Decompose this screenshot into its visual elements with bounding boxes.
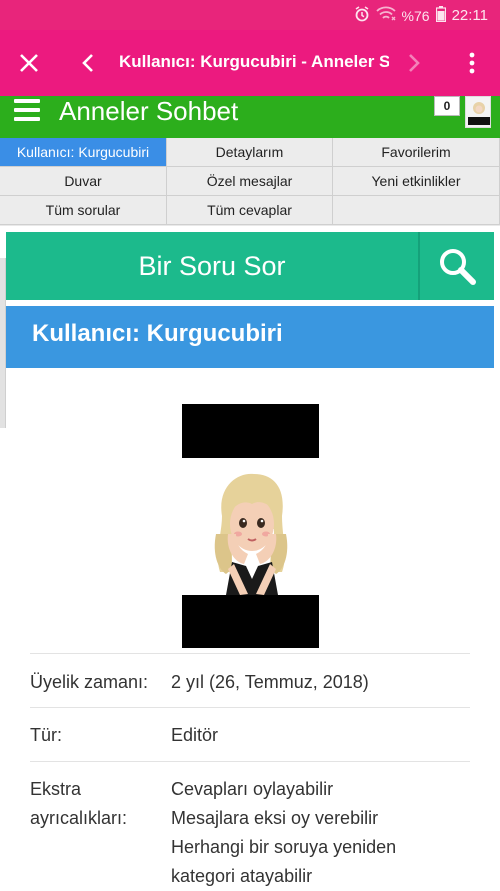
notification-badge[interactable]: 0 <box>434 96 460 116</box>
user-banner: Kullanıcı: Kurgucubiri <box>6 306 494 368</box>
browser-toolbar: Kullanıcı: Kurgucubiri - Anneler S... <box>0 30 500 96</box>
forward-arrow-icon[interactable] <box>404 50 424 76</box>
tab-details[interactable]: Detaylarım <box>167 138 333 167</box>
status-time: 22:11 <box>451 7 488 24</box>
tab-all-answers[interactable]: Tüm cevaplar <box>167 196 333 225</box>
extra-value-4: kategori atayabilir <box>171 866 313 886</box>
tab-wall[interactable]: Duvar <box>0 167 167 196</box>
extra-label-line2: ayrıcalıkları: <box>30 808 128 828</box>
search-icon <box>440 249 476 285</box>
extra-label-line1: Ekstra <box>30 779 82 799</box>
user-nav-menu: Kullanıcı: Kurgucubiri Detaylarım Favori… <box>0 138 500 226</box>
back-arrow-icon[interactable] <box>78 50 98 76</box>
membership-value: 2 yıl (26, Temmuz, 2018) <box>171 672 369 692</box>
status-bar: %76 22:11 <box>0 0 500 30</box>
hamburger-icon[interactable] <box>14 99 40 123</box>
info-row-extra: Ekstra ayrıcalıkları: Cevapları oylayabi… <box>30 761 470 888</box>
extra-value-3: Herhangi bir soruya yeniden <box>171 837 397 857</box>
tab-favorites[interactable]: Favorilerim <box>333 138 500 167</box>
ask-question-button[interactable]: Bir Soru Sor <box>6 232 418 300</box>
nav-empty-cell <box>333 196 500 225</box>
site-title[interactable]: Anneler Sohbet <box>59 96 238 127</box>
page-title: Kullanıcı: Kurgucubiri - Anneler S... <box>119 52 389 71</box>
battery-icon <box>435 6 446 25</box>
alarm-icon <box>354 6 370 25</box>
tab-all-questions[interactable]: Tüm sorular <box>0 196 167 225</box>
extra-value-1: Cevapları oylayabilir <box>171 779 334 799</box>
avatar[interactable] <box>465 96 491 128</box>
tab-user[interactable]: Kullanıcı: Kurgucubiri <box>0 138 167 167</box>
profile-picture <box>182 404 319 648</box>
type-label: Tür: <box>30 725 63 745</box>
more-vert-icon[interactable] <box>462 50 482 76</box>
info-row-membership: Üyelik zamanı: 2 yıl (26, Temmuz, 2018) <box>30 653 470 707</box>
tab-private-messages[interactable]: Özel mesajlar <box>167 167 333 196</box>
close-icon[interactable] <box>16 50 42 76</box>
wifi-icon <box>375 6 396 25</box>
site-header: Anneler Sohbet 0 <box>0 96 500 138</box>
user-heading: Kullanıcı: Kurgucubiri <box>32 320 283 347</box>
extra-value-2: Mesajlara eksi oy verebilir <box>171 808 379 828</box>
ask-question-bar: Bir Soru Sor <box>6 232 494 300</box>
redaction-bar-bottom <box>182 595 319 648</box>
status-icons: %76 22:11 <box>354 6 488 25</box>
search-button[interactable] <box>420 232 494 300</box>
tab-new-activities[interactable]: Yeni etkinlikler <box>333 167 500 196</box>
membership-label: Üyelik zamanı: <box>30 672 149 692</box>
info-row-type: Tür: Editör <box>30 707 470 761</box>
type-value: Editör <box>171 725 219 745</box>
battery-text: %76 <box>401 7 430 24</box>
